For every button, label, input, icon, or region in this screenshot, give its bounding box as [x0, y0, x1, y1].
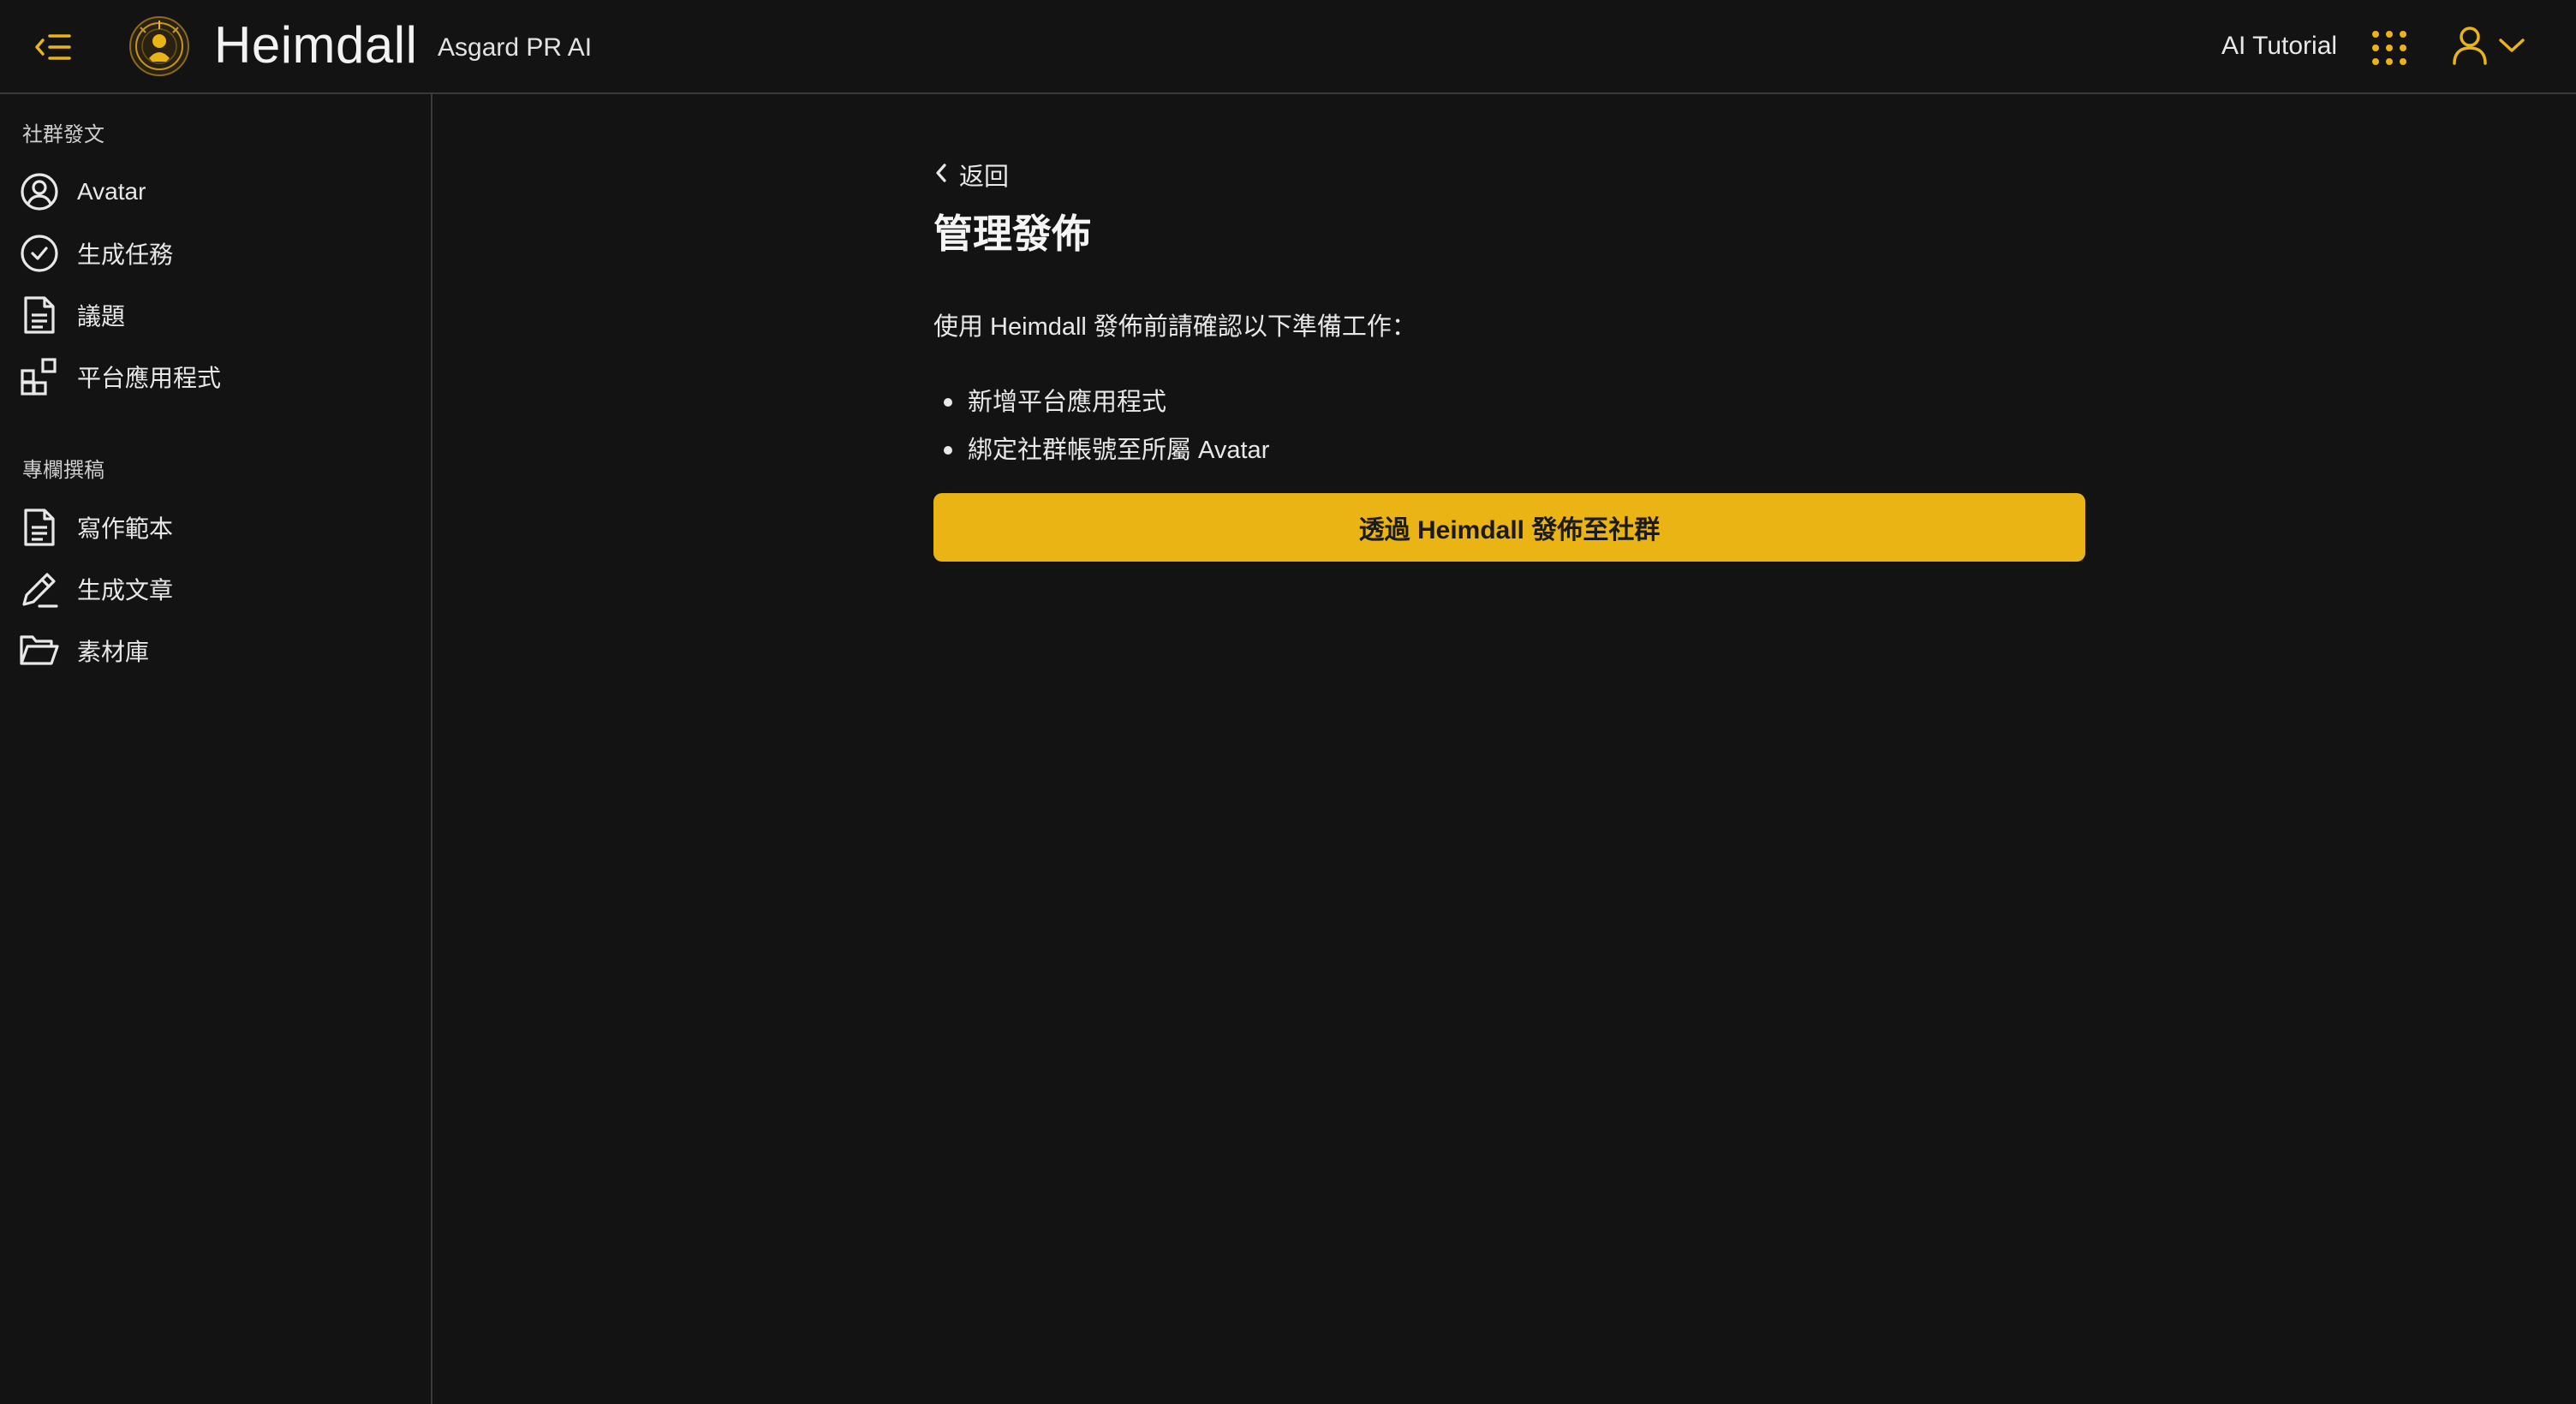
- sidebar-item-tasks[interactable]: 生成任務: [14, 226, 416, 281]
- publish-to-social-button[interactable]: 透過 Heimdall 發佈至社群: [933, 493, 2085, 562]
- list-item: 綁定社群帳號至所屬 Avatar: [933, 426, 1269, 474]
- sidebar-item-topics[interactable]: 議題: [14, 288, 416, 342]
- check-circle-icon: [14, 228, 65, 279]
- intro-text: 使用 Heimdall 發佈前請確認以下準備工作：: [933, 313, 1416, 341]
- sidebar-item-avatar[interactable]: Avatar: [14, 164, 416, 219]
- requirement-text: 新增平台應用程式: [968, 389, 1167, 416]
- top-bar: Heimdall Asgard PR AI AI Tutorial: [0, 0, 2576, 94]
- sidebar-item-templates[interactable]: 寫作範本: [14, 500, 416, 555]
- document-icon: [14, 289, 65, 341]
- sidebar-item-label: 生成文章: [77, 577, 174, 604]
- widgets-icon: [14, 351, 65, 402]
- user-circle-icon: [14, 166, 65, 217]
- sidebar-item-platform-apps[interactable]: 平台應用程式: [14, 349, 416, 404]
- sidebar-item-label: Avatar: [77, 178, 146, 205]
- chevron-left-icon: [933, 162, 949, 188]
- back-label: 返回: [959, 164, 1010, 191]
- list-item: 新增平台應用程式: [933, 378, 1269, 426]
- sidebar-item-label: 生成任務: [77, 241, 174, 268]
- sidebar-item-label: 寫作範本: [77, 515, 174, 542]
- sidebar-item-generate-article[interactable]: 生成文章: [14, 562, 416, 616]
- sidebar-item-label: 素材庫: [77, 639, 150, 665]
- sidebar-item-label: 平台應用程式: [77, 365, 222, 391]
- ai-tutorial-link[interactable]: AI Tutorial: [2221, 29, 2337, 63]
- bullet-dot: [944, 398, 952, 407]
- user-icon: [2451, 25, 2489, 70]
- main-content: 返回 管理發佈 使用 Heimdall 發佈前請確認以下準備工作： 新增平台應用…: [434, 94, 2576, 1404]
- pen-icon: [14, 563, 65, 615]
- chevron-down-icon: [2497, 36, 2526, 59]
- back-link[interactable]: 返回: [933, 154, 1009, 195]
- user-menu-button[interactable]: [2451, 24, 2545, 70]
- sidebar-item-label: 議題: [77, 303, 126, 330]
- requirements-list: 新增平台應用程式 綁定社群帳號至所屬 Avatar: [933, 378, 1269, 474]
- menu-collapse-icon[interactable]: [33, 27, 74, 67]
- section-title-column: 專欄撰稿: [22, 459, 104, 482]
- heimdall-logo[interactable]: [128, 15, 190, 77]
- page-title: 管理發佈: [933, 211, 1091, 256]
- sidebar: 社群發文 Avatar 生成任務 議題 平台應用程式 專欄撰稿 寫作範本 生成文…: [0, 94, 432, 1404]
- apps-grid-icon[interactable]: [2370, 29, 2408, 67]
- requirement-text: 綁定社群帳號至所屬 Avatar: [968, 437, 1270, 464]
- folder-open-icon: [14, 625, 65, 676]
- section-title-social: 社群發文: [22, 123, 104, 146]
- brand-subtitle: Asgard PR AI: [438, 33, 593, 62]
- bullet-dot: [944, 446, 952, 455]
- brand-title: Heimdall: [214, 16, 418, 74]
- sidebar-item-library[interactable]: 素材庫: [14, 623, 416, 678]
- document-icon: [14, 502, 65, 553]
